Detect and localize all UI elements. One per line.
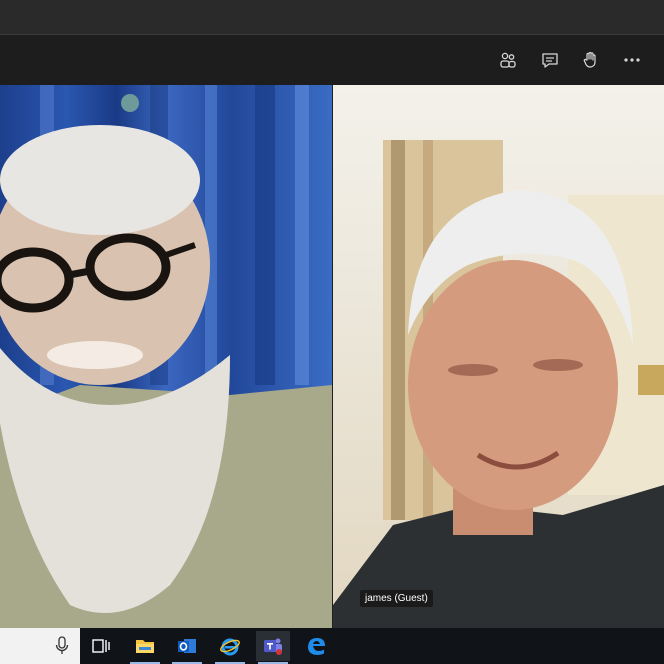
- raise-hand-button[interactable]: [575, 45, 607, 75]
- show-participants-button[interactable]: [492, 45, 524, 75]
- task-view-button[interactable]: [84, 631, 118, 661]
- internet-explorer-icon: [220, 638, 240, 656]
- participant-video-right: [333, 85, 664, 628]
- white-haired-man-video-frame: [333, 140, 664, 628]
- microphone-icon[interactable]: [54, 636, 70, 656]
- participant-video-left: [0, 85, 332, 628]
- participants-icon: [500, 52, 516, 68]
- more-options-button[interactable]: [616, 45, 648, 75]
- raise-hand-icon: [583, 51, 596, 68]
- window-title-bar: [0, 0, 664, 35]
- windows-taskbar: [0, 628, 664, 664]
- internet-explorer-taskbar-button[interactable]: [213, 631, 247, 664]
- task-view-icon: [92, 639, 110, 653]
- file-explorer-taskbar-button[interactable]: [128, 631, 162, 664]
- outlook-icon: [178, 639, 196, 653]
- edge-icon: [308, 638, 325, 655]
- participant-name-label: james (Guest): [360, 590, 433, 607]
- bearded-man-video-frame: [0, 85, 332, 628]
- teams-meeting-window: james (Guest): [0, 0, 664, 664]
- meeting-controls-bar: [0, 35, 664, 85]
- file-explorer-icon: [136, 640, 154, 653]
- teams-icon: [264, 638, 282, 655]
- taskbar-search-box[interactable]: [0, 628, 80, 664]
- show-chat-button[interactable]: [534, 45, 566, 75]
- more-options-icon: [624, 58, 640, 62]
- teams-taskbar-button[interactable]: [256, 631, 290, 664]
- outlook-taskbar-button[interactable]: [170, 631, 204, 664]
- edge-taskbar-button[interactable]: [299, 631, 333, 661]
- chat-icon: [542, 53, 558, 68]
